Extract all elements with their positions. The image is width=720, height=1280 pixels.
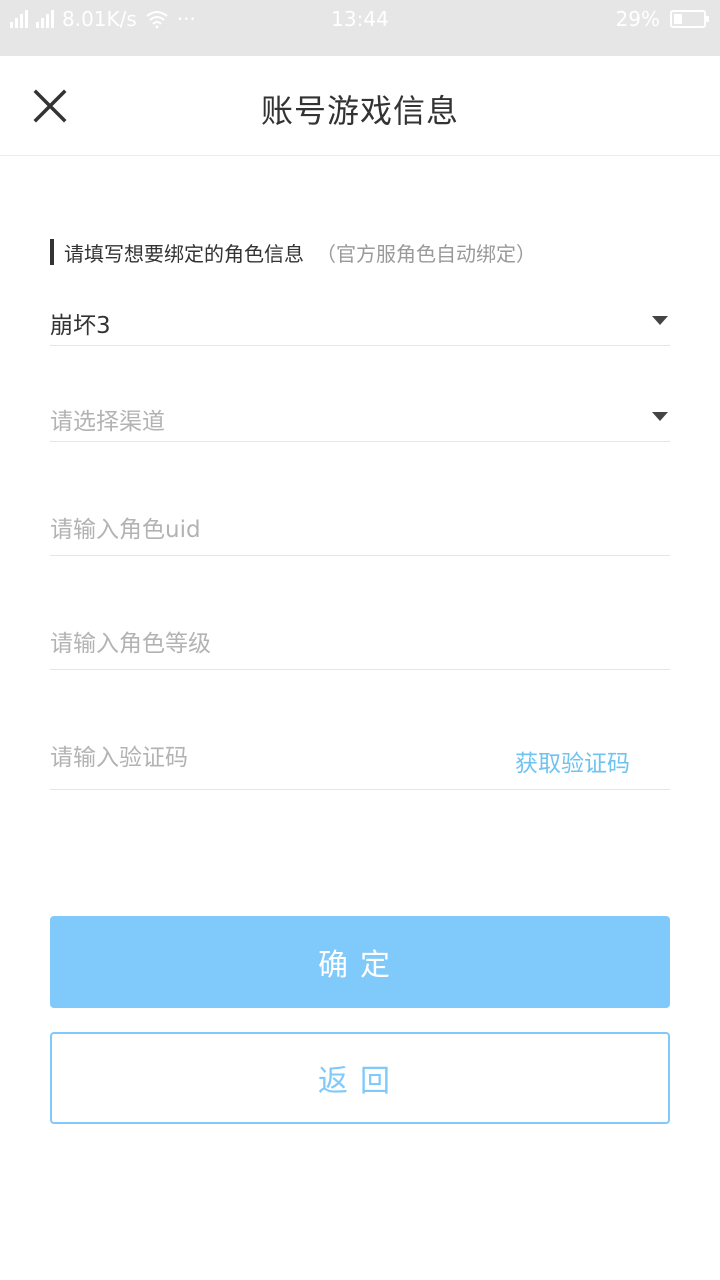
channel-select[interactable]: 请选择渠道 [50, 394, 670, 442]
dropdown-arrow-icon[interactable] [652, 316, 668, 325]
game-select[interactable]: 崩坏3 [50, 298, 670, 346]
section-marker [50, 239, 54, 265]
status-bar: 8.01K/s ··· 13:44 29% [0, 0, 720, 56]
uid-input[interactable] [50, 512, 490, 548]
section-label: 请填写想要绑定的角色信息 （官方服角色自动绑定） [50, 238, 536, 266]
status-time: 13:44 [331, 7, 389, 31]
status-right: 29% [615, 6, 709, 32]
header: 账号游戏信息 [0, 56, 720, 156]
dropdown-arrow-icon[interactable] [652, 412, 668, 421]
confirm-button[interactable]: 确定 [50, 916, 670, 1008]
channel-select-placeholder: 请选择渠道 [50, 409, 165, 435]
battery-icon [670, 10, 709, 28]
battery-percent: 29% [615, 7, 660, 31]
level-field [50, 618, 670, 670]
get-code-button[interactable]: 获取验证码 [515, 744, 630, 778]
page-title: 账号游戏信息 [260, 92, 459, 130]
section-title: 请填写想要绑定的角色信息 [64, 241, 304, 266]
game-select-value: 崩坏3 [50, 313, 111, 339]
level-input[interactable] [50, 626, 490, 662]
section-hint: （官方服角色自动绑定） [316, 241, 536, 266]
code-field: 获取验证码 [50, 732, 670, 790]
code-input[interactable] [50, 740, 450, 776]
back-button[interactable]: 返回 [50, 1032, 670, 1124]
uid-field [50, 504, 670, 556]
